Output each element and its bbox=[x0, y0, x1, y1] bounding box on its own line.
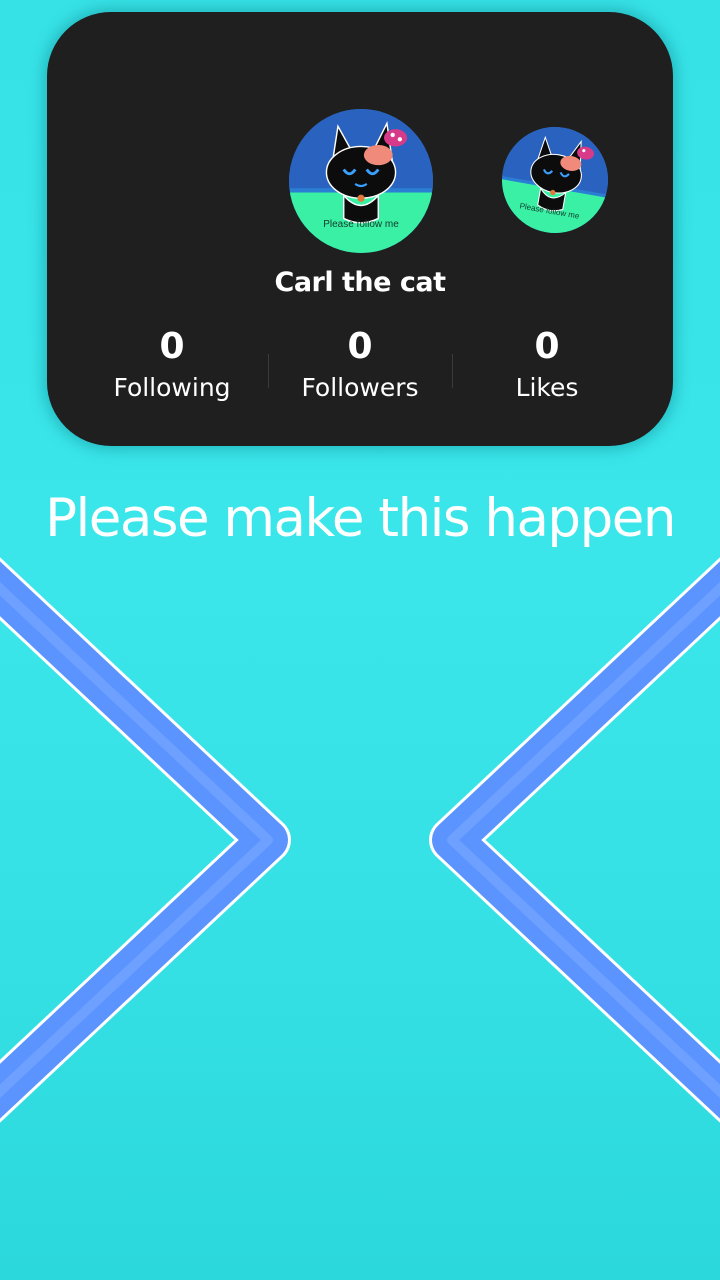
right-chevron-icon bbox=[429, 557, 720, 1123]
chevron-decoration bbox=[0, 557, 720, 1123]
left-chevron-icon bbox=[0, 557, 291, 1123]
